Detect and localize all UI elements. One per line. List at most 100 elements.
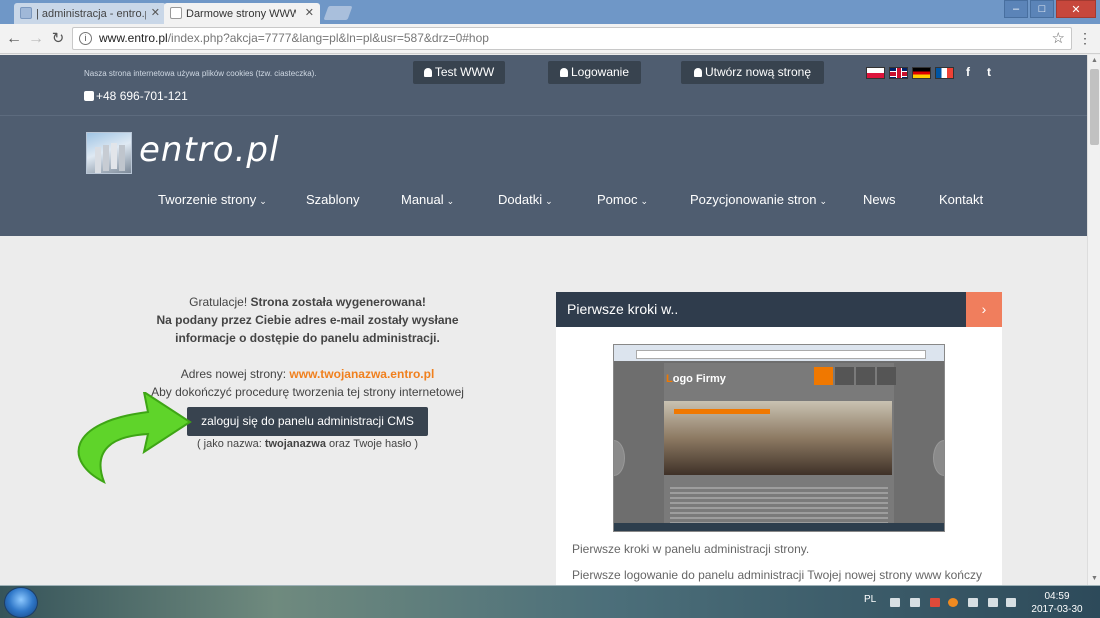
first-steps-panel: Pierwsze kroki w.. › Logo Firmy Pierwsze… <box>556 292 1002 585</box>
shot-browser-bar <box>614 345 944 361</box>
nav-dodatki[interactable]: Dodatki ⌄ <box>498 192 553 207</box>
page-scrollbar[interactable]: ▲ ▼ <box>1087 55 1100 585</box>
system-clock[interactable]: 04:59 2017-03-30 <box>1026 590 1088 616</box>
nav-pomoc[interactable]: Pomoc ⌄ <box>597 192 648 207</box>
shot-taskbar <box>614 523 944 531</box>
tab-title: | administracja - entro.pl <box>36 7 146 20</box>
email-line-1: Na podany przez Ciebie adres e-mail zost… <box>156 313 459 327</box>
logo-image[interactable] <box>86 132 132 174</box>
browser-tab-darmowe-strony[interactable]: Darmowe strony WWW ✕ <box>164 3 320 24</box>
phone-number: +48 696-701-121 <box>84 89 188 103</box>
nav-kontakt[interactable]: Kontakt <box>939 192 983 207</box>
chevron-down-icon: ⌄ <box>640 196 649 206</box>
language-indicator[interactable]: PL <box>864 594 876 605</box>
page-favicon-icon <box>170 7 182 19</box>
back-arrow-icon[interactable]: ← <box>4 29 24 49</box>
reload-icon[interactable]: ↻ <box>48 29 68 49</box>
login-label: Logowanie <box>570 65 630 79</box>
chevron-down-icon: ⌄ <box>259 196 267 206</box>
user-icon <box>693 68 702 77</box>
test-www-button[interactable]: Test WWW <box>413 61 505 84</box>
shot-next-icon <box>933 440 944 476</box>
site-top-bar: Nasza strona internetowa używa plików co… <box>0 55 1087 115</box>
forward-arrow-icon[interactable]: → <box>26 29 46 49</box>
nav-manual[interactable]: Manual ⌄ <box>401 192 454 207</box>
window-close-icon[interactable]: ✕ <box>1056 0 1096 18</box>
address-bar[interactable]: i www.entro.pl/index.php?akcja=7777&lang… <box>72 27 1072 50</box>
new-address-line: Adres nowej strony: www.twojanazwa.entro… <box>130 365 485 383</box>
tab-close-icon[interactable]: ✕ <box>151 6 160 19</box>
bookmark-star-icon[interactable]: ☆ <box>1052 28 1065 49</box>
nav-szablony[interactable]: Szablony <box>306 192 359 207</box>
panel-description: Pierwsze logowanie do panelu administrac… <box>572 568 982 582</box>
browser-tab-administracja[interactable]: | administracja - entro.pl ✕ <box>14 3 166 24</box>
address-label: Adres nowej strony: <box>180 367 290 381</box>
browser-tab-bar: | administracja - entro.pl ✕ Darmowe str… <box>0 0 1100 24</box>
scrollbar-thumb[interactable] <box>1090 69 1099 145</box>
keyboard-icon[interactable] <box>890 598 900 607</box>
facebook-icon[interactable]: f <box>966 65 970 79</box>
browser-toolbar: ← → ↻ i www.entro.pl/index.php?akcja=777… <box>0 24 1100 54</box>
nav-label: Pomoc <box>597 192 638 207</box>
nav-label: Pozycjonowanie stron <box>690 192 817 207</box>
nav-label: Tworzenie strony <box>158 192 257 207</box>
info-icon[interactable]: i <box>79 32 92 45</box>
new-tab-button[interactable] <box>323 6 353 20</box>
create-site-button[interactable]: Utwórz nową stronę <box>681 61 824 84</box>
chevron-down-icon: ⌄ <box>446 196 455 206</box>
nav-label: Szablony <box>306 192 360 207</box>
flag-fr-icon[interactable] <box>935 67 954 79</box>
url-path: /index.php?akcja=7777&lang=pl&ln=pl&usr=… <box>167 31 489 45</box>
flag-uk-icon[interactable] <box>889 67 908 79</box>
windows-taskbar: PL 04:59 2017-03-30 <box>0 585 1100 618</box>
minimize-icon[interactable]: – <box>1004 0 1028 18</box>
flag-de-icon[interactable] <box>912 67 931 79</box>
twitter-icon[interactable]: t <box>987 65 991 79</box>
cms-login-button[interactable]: zaloguj się do panelu administracji CMS <box>187 407 428 436</box>
hint-username: twojanazwa <box>264 438 326 450</box>
language-flags <box>866 67 958 79</box>
user-icon <box>423 68 432 77</box>
nav-label: Kontakt <box>939 192 984 207</box>
congrats-line: Gratulacje! Strona została wygenerowana! <box>130 293 485 311</box>
congrats-pre: Gratulacje! <box>189 295 251 309</box>
address-link[interactable]: www.twojanazwa.entro.pl <box>289 367 434 381</box>
scroll-down-icon[interactable]: ▼ <box>1088 573 1100 585</box>
shot-text-block <box>670 487 888 527</box>
tab-close-icon[interactable]: ✕ <box>305 6 314 19</box>
nav-label: News <box>863 192 896 207</box>
congrats-bold: Strona została wygenerowana! <box>250 295 426 309</box>
logo-text[interactable]: entro.pl <box>139 130 279 170</box>
create-site-label: Utwórz nową stronę <box>704 65 812 79</box>
shot-prev-icon <box>614 440 625 476</box>
tray-arrow-icon[interactable] <box>910 598 920 607</box>
maximize-icon[interactable]: □ <box>1030 0 1054 18</box>
cookie-note: Nasza strona internetowa używa plików co… <box>84 69 317 78</box>
network-icon[interactable] <box>988 598 998 607</box>
test-www-label: Test WWW <box>434 65 495 79</box>
nav-pozycjonowanie[interactable]: Pozycjonowanie stron ⌄ <box>690 192 827 207</box>
start-button[interactable] <box>4 587 38 618</box>
nav-news[interactable]: News <box>863 192 896 207</box>
site-header: entro.pl Tworzenie strony ⌄ Szablony Manu… <box>0 115 1087 236</box>
flag-pl-icon[interactable] <box>866 67 885 79</box>
scroll-up-icon[interactable]: ▲ <box>1088 55 1100 67</box>
nav-tworzenie-strony[interactable]: Tworzenie strony ⌄ <box>158 192 267 207</box>
email-line-2: informacje o dostępie do panelu administ… <box>175 331 440 345</box>
site-favicon-icon <box>20 7 32 19</box>
app-tray-icon[interactable] <box>948 598 958 607</box>
url-host: www.entro.pl <box>99 31 168 45</box>
volume-icon[interactable] <box>1006 598 1016 607</box>
browser-menu-icon[interactable]: ⋮ <box>1078 30 1092 47</box>
shot-logo: Logo Firmy <box>666 373 726 385</box>
security-icon[interactable] <box>930 598 940 607</box>
login-button[interactable]: Logowanie <box>548 61 641 84</box>
sync-icon[interactable] <box>968 598 978 607</box>
user-icon <box>559 68 568 77</box>
chevron-down-icon: ⌄ <box>545 196 553 206</box>
panel-screenshot-image[interactable]: Logo Firmy <box>613 344 945 532</box>
website-viewport: Nasza strona internetowa używa plików co… <box>0 55 1087 585</box>
panel-next-arrow-icon[interactable]: › <box>966 292 1002 327</box>
congratulations-message: Gratulacje! Strona została wygenerowana!… <box>130 293 485 401</box>
phone-text: +48 696-701-121 <box>96 89 188 103</box>
